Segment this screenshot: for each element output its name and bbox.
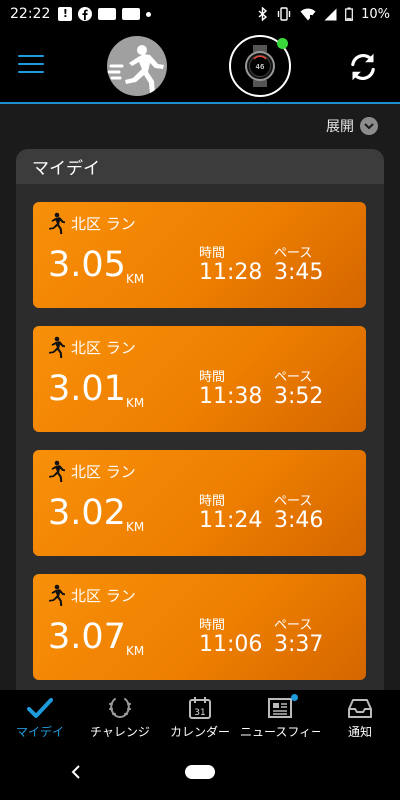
activity-pace: 3:45 xyxy=(274,260,324,285)
activity-time: 11:28 xyxy=(199,260,263,285)
time-label: 時間 xyxy=(199,618,226,633)
expand-label: 展開 xyxy=(326,119,354,135)
home-pill-icon[interactable] xyxy=(185,765,215,779)
run-activity-icon xyxy=(49,336,65,358)
activity-card[interactable]: 北区 ラン 3.07 KM 時間 11:06 ペース 3:37 xyxy=(33,574,366,680)
activity-name: 北区 ラン xyxy=(71,214,136,233)
pace-label: ペース xyxy=(274,618,313,633)
app-header: 46 xyxy=(0,28,400,103)
panel-title: マイデイ xyxy=(16,149,384,184)
battery-icon xyxy=(345,7,353,21)
notification-icons: ! xyxy=(58,7,152,21)
activity-name: 北区 ラン xyxy=(71,338,136,357)
activity-distance: 3.01 xyxy=(48,369,126,409)
app-notification-icon xyxy=(122,8,141,20)
time-label: 時間 xyxy=(199,370,226,385)
distance-unit: KM xyxy=(126,272,145,286)
distance-unit: KM xyxy=(126,520,145,534)
activity-name: 北区 ラン xyxy=(71,462,136,481)
run-activity-icon xyxy=(49,584,65,606)
nav-item-notifications[interactable]: 通知 xyxy=(320,690,400,745)
activity-title-row: 北区 ラン xyxy=(43,212,136,234)
bottom-navigation: マイデイ チャレンジ 31 カレンダー ニュースフィー 通知 xyxy=(0,690,400,745)
status-time: 22:22 xyxy=(10,6,51,22)
activity-pace: 3:37 xyxy=(274,632,324,657)
status-bar: 22:22 ! 10% xyxy=(0,0,400,28)
laurel-icon xyxy=(106,696,134,720)
activity-card[interactable]: 北区 ラン 3.02 KM 時間 11:24 ペース 3:46 xyxy=(33,450,366,556)
bluetooth-icon xyxy=(258,7,268,21)
notification-badge xyxy=(291,694,298,701)
activity-pace: 3:52 xyxy=(274,384,324,409)
system-navigation-bar xyxy=(0,745,400,800)
back-icon[interactable] xyxy=(68,763,86,781)
nav-label: 通知 xyxy=(347,725,372,739)
run-activity-icon xyxy=(49,212,65,234)
distance-unit: KM xyxy=(126,644,145,658)
facebook-icon xyxy=(78,7,93,21)
hamburger-menu-icon[interactable] xyxy=(18,55,44,75)
distance-unit: KM xyxy=(126,396,145,410)
checkmark-icon xyxy=(26,696,54,720)
activity-title-row: 北区 ラン xyxy=(43,584,136,606)
calendar-icon: 31 xyxy=(186,696,214,720)
activity-distance: 3.07 xyxy=(48,617,126,657)
pace-label: ペース xyxy=(274,494,313,509)
activity-name: 北区 ラン xyxy=(71,586,136,605)
nav-label: ニュースフィード xyxy=(240,725,320,739)
signal-icon xyxy=(324,7,337,21)
vibrate-icon xyxy=(276,7,292,21)
activity-title-row: 北区 ラン xyxy=(43,460,136,482)
nav-label: チャレンジ xyxy=(90,725,150,739)
activity-card[interactable]: 北区 ラン 3.05 KM 時間 11:28 ペース 3:45 xyxy=(33,202,366,308)
activity-title-row: 北区 ラン xyxy=(43,336,136,358)
time-label: 時間 xyxy=(199,246,226,261)
activity-time: 11:24 xyxy=(199,508,263,533)
app-notification-icon xyxy=(98,8,117,20)
more-notifications-dot-icon xyxy=(146,11,152,17)
activity-distance: 3.02 xyxy=(48,493,126,533)
calendar-day: 31 xyxy=(194,708,205,718)
sync-icon[interactable] xyxy=(346,50,380,84)
nav-item-calendar[interactable]: 31 カレンダー xyxy=(160,690,240,745)
alert-notification-icon: ! xyxy=(58,7,73,21)
myday-panel: マイデイ 北区 ラン 3.05 KM 時間 11:28 ペース 3:45 北区 … xyxy=(16,149,384,690)
pace-label: ペース xyxy=(274,246,313,261)
runner-icon[interactable] xyxy=(107,36,167,96)
nav-label: マイデイ xyxy=(15,725,64,739)
pace-label: ペース xyxy=(274,370,313,385)
wifi-icon xyxy=(300,7,316,21)
status-right: 10% xyxy=(258,7,390,22)
activity-distance: 3.05 xyxy=(48,245,126,285)
expand-toggle[interactable]: 展開 xyxy=(326,116,378,136)
run-activity-icon xyxy=(49,460,65,482)
device-connected-status-icon xyxy=(277,38,288,49)
watch-face-number: 46 xyxy=(256,63,265,71)
chevron-down-icon[interactable] xyxy=(360,117,378,135)
nav-item-challenge[interactable]: チャレンジ xyxy=(80,690,160,745)
activity-time: 11:06 xyxy=(199,632,263,657)
time-label: 時間 xyxy=(199,494,226,509)
activity-card[interactable]: 北区 ラン 3.01 KM 時間 11:38 ペース 3:52 xyxy=(33,326,366,432)
nav-item-newsfeed[interactable]: ニュースフィード xyxy=(240,690,320,745)
inbox-icon xyxy=(346,696,374,720)
battery-percentage: 10% xyxy=(361,6,390,22)
nav-label: カレンダー xyxy=(169,725,230,739)
activity-time: 11:38 xyxy=(199,384,263,409)
nav-item-myday[interactable]: マイデイ xyxy=(0,690,80,745)
activity-pace: 3:46 xyxy=(274,508,324,533)
newsfeed-icon xyxy=(266,694,298,720)
main-content[interactable]: 展開 マイデイ 北区 ラン 3.05 KM 時間 11:28 ペース 3:45 … xyxy=(0,104,400,690)
